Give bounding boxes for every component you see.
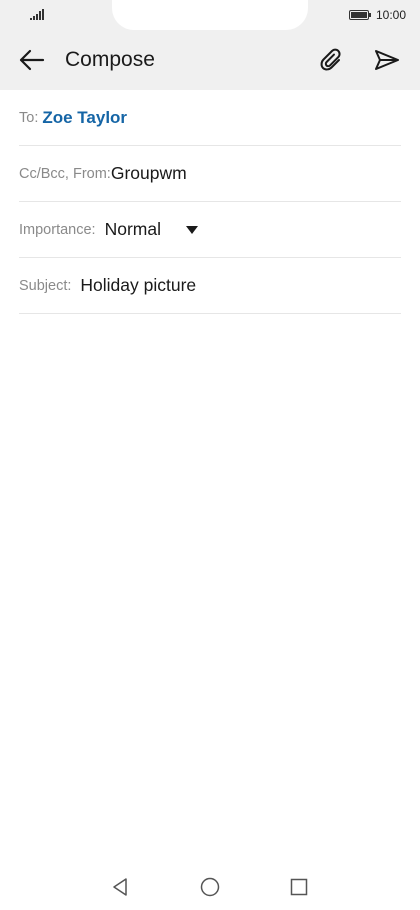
to-row[interactable]: To: Zoe Taylor xyxy=(19,90,401,146)
attach-button[interactable] xyxy=(316,44,348,76)
page-title: Compose xyxy=(65,48,155,71)
arrow-left-icon xyxy=(19,49,45,71)
back-button[interactable] xyxy=(14,44,50,76)
send-button[interactable] xyxy=(370,44,404,76)
battery-icon xyxy=(348,10,371,20)
triangle-back-icon xyxy=(113,878,127,896)
status-right: 10:00 xyxy=(348,8,406,22)
system-nav-bar xyxy=(0,862,420,910)
importance-row[interactable]: Importance: Normal xyxy=(19,202,401,258)
signal-icon xyxy=(30,9,44,20)
importance-select[interactable]: Normal xyxy=(105,219,161,240)
subject-row[interactable]: Subject: Holiday picture xyxy=(19,258,401,314)
status-bar: 10:00 xyxy=(0,0,420,30)
cc-from-row[interactable]: Cc/Bcc, From: Groupwm xyxy=(19,146,401,202)
app-bar: Compose xyxy=(0,30,420,90)
to-label: To: xyxy=(19,109,39,126)
dropdown-arrow-icon[interactable] xyxy=(185,225,198,234)
nav-home-button[interactable] xyxy=(199,876,221,898)
status-time: 10:00 xyxy=(375,8,406,22)
circle-home-icon xyxy=(200,877,220,897)
subject-input[interactable]: Holiday picture xyxy=(80,275,196,296)
subject-label: Subject: xyxy=(19,277,72,294)
display-notch xyxy=(112,0,308,30)
compose-form: To: Zoe Taylor Cc/Bcc, From: Groupwm Imp… xyxy=(19,90,401,314)
nav-recents-button[interactable] xyxy=(288,876,310,898)
importance-label: Importance: xyxy=(19,221,96,238)
square-recents-icon xyxy=(290,878,308,896)
nav-back-button[interactable] xyxy=(109,876,131,898)
from-account-value[interactable]: Groupwm xyxy=(111,163,187,184)
send-icon xyxy=(375,50,399,70)
message-body-input[interactable] xyxy=(19,316,401,856)
paperclip-icon xyxy=(320,48,341,71)
cc-from-label: Cc/Bcc, From: xyxy=(19,165,111,182)
recipient-chip[interactable]: Zoe Taylor xyxy=(42,108,127,128)
